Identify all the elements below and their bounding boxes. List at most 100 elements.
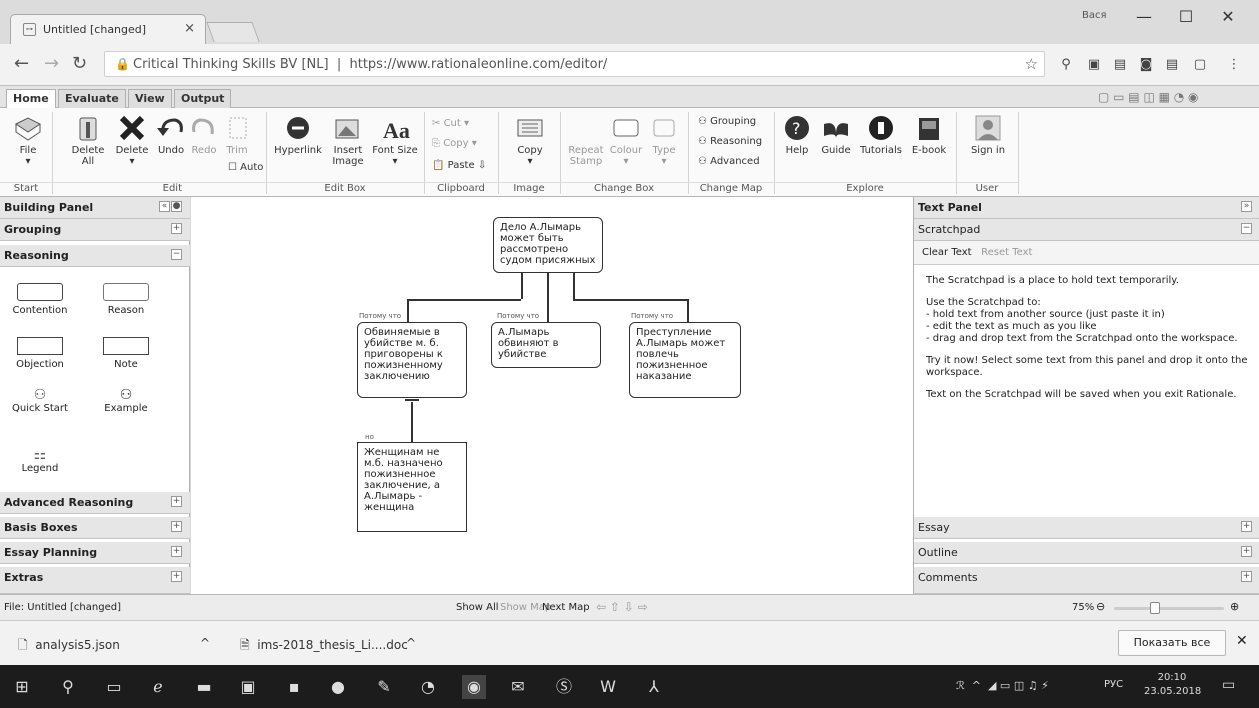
forward-icon[interactable]: →	[44, 53, 59, 74]
section-reasoning[interactable]: Reasoning −	[0, 245, 190, 267]
grouping-button[interactable]: ⚇ Grouping	[698, 116, 756, 127]
next-map-button[interactable]: Next Map	[542, 602, 590, 613]
url-input[interactable]: 🔒 Critical Thinking Skills BV [NL] | htt…	[104, 51, 1045, 77]
section-grouping[interactable]: Grouping +	[0, 219, 190, 241]
extension-icon[interactable]: ◙	[1138, 57, 1154, 73]
language-indicator[interactable]: РУС	[1104, 679, 1123, 690]
clock[interactable]: 20:10 23.05.2018	[1144, 671, 1201, 699]
expand-icon[interactable]: +	[171, 571, 182, 582]
minimize-button[interactable]: —	[1124, 6, 1164, 30]
section-essay-planning[interactable]: Essay Planning +	[0, 542, 190, 564]
acrobat-icon[interactable]: ⅄	[642, 675, 666, 699]
collapse-panel-icon[interactable]: »	[1241, 201, 1252, 212]
edge-browser-icon[interactable]: ℯ	[146, 675, 170, 699]
close-download-bar-icon[interactable]: ✕	[1236, 633, 1248, 649]
copy-small-button[interactable]: ⎘ Copy ▾	[432, 138, 477, 149]
tab-evaluate[interactable]: Evaluate	[58, 89, 126, 108]
expand-icon[interactable]: +	[171, 521, 182, 532]
reset-text-button[interactable]: Reset Text	[981, 247, 1032, 258]
show-all-downloads-button[interactable]: Показать все	[1118, 630, 1226, 656]
scratchpad-header[interactable]: Scratchpad −	[914, 219, 1259, 241]
app-icon[interactable]: ▪	[282, 675, 306, 699]
clear-text-button[interactable]: Clear Text	[922, 247, 972, 258]
close-window-button[interactable]: ✕	[1208, 6, 1248, 30]
sign-in-button[interactable]: Sign in	[966, 114, 1010, 156]
trim-button[interactable]: Trim	[222, 114, 252, 156]
objection-tool[interactable]: Objection	[10, 337, 70, 370]
word-icon[interactable]: W	[596, 675, 620, 699]
zoom-in-icon[interactable]: ⊕	[1230, 600, 1239, 613]
window-options-icon[interactable]: ▢ ▭ ▤ ◫ ▦ ◔ ◉	[1098, 90, 1199, 104]
tab-close-icon[interactable]: ×	[184, 21, 195, 36]
panel-pin-icon[interactable]: ●	[171, 201, 182, 212]
extension-icon[interactable]: ▤	[1112, 57, 1128, 73]
new-tab-button[interactable]	[206, 22, 260, 42]
chrome-icon[interactable]: ◉	[462, 675, 486, 699]
section-basis-boxes[interactable]: Basis Boxes +	[0, 517, 190, 539]
expand-icon[interactable]: +	[171, 496, 182, 507]
reason-node-3[interactable]: Преступление А.Лымарь может повлечь пожи…	[629, 322, 741, 398]
help-button[interactable]: ? Help	[780, 114, 814, 156]
notifications-icon[interactable]: ▭	[1222, 677, 1235, 693]
redo-button[interactable]: Redo	[188, 114, 220, 156]
quick-start-tool[interactable]: ⚇ Quick Start	[10, 387, 70, 414]
reload-icon[interactable]: ↻	[72, 53, 87, 74]
menu-icon[interactable]: ⋮	[1226, 57, 1242, 73]
legend-tool[interactable]: ⚏ Legend	[10, 447, 70, 474]
contention-tool[interactable]: Contention	[10, 283, 70, 316]
maximize-button[interactable]: ☐	[1166, 6, 1206, 30]
store-icon[interactable]: ▣	[236, 675, 260, 699]
file-explorer-icon[interactable]: ▬	[192, 675, 216, 699]
download-item-2[interactable]: 🗎 ims-2018_thesis_Li....doc ^	[240, 631, 430, 657]
search-icon[interactable]: ⚲	[56, 675, 80, 699]
hyperlink-button[interactable]: Hyperlink	[272, 114, 324, 156]
reason-tool[interactable]: Reason	[96, 283, 156, 316]
extension-icon[interactable]: ▤	[1164, 57, 1180, 73]
zoom-slider[interactable]	[1114, 602, 1224, 614]
chevron-up-icon[interactable]: ^	[406, 636, 416, 650]
expand-icon[interactable]: +	[1241, 521, 1252, 532]
contention-node[interactable]: Дело А.Лымарь может быть рассмотрено суд…	[493, 217, 603, 273]
type-button[interactable]: Type ▾	[648, 114, 680, 167]
profile-name[interactable]: Вася	[1082, 10, 1107, 21]
tab-output[interactable]: Output	[174, 89, 232, 108]
outline-section[interactable]: Outline +	[914, 542, 1259, 564]
essay-section[interactable]: Essay +	[914, 517, 1259, 539]
font-size-button[interactable]: Aa Font Size ▾	[372, 114, 418, 167]
scratchpad-text[interactable]: The Scratchpad is a place to hold text t…	[914, 265, 1259, 517]
file-button[interactable]: File ▾	[10, 114, 46, 167]
expand-icon[interactable]: +	[171, 546, 182, 557]
objection-node[interactable]: Женщинам не м.б. назначено пожизненное з…	[357, 442, 467, 532]
advanced-button[interactable]: ⚇ Advanced	[698, 156, 760, 167]
colour-button[interactable]: Colour ▾	[608, 114, 644, 167]
back-icon[interactable]: ←	[14, 53, 29, 74]
reasoning-button[interactable]: ⚇ Reasoning	[698, 136, 762, 147]
extension-icon[interactable]: ▢	[1192, 57, 1208, 73]
argument-map-canvas[interactable]: Дело А.Лымарь может быть рассмотрено суд…	[191, 197, 913, 594]
delete-all-button[interactable]: Delete All	[66, 114, 110, 167]
copy-image-button[interactable]: Copy ▾	[510, 114, 550, 167]
chevron-up-icon[interactable]: ^	[200, 636, 210, 650]
section-advanced-reasoning[interactable]: Advanced Reasoning +	[0, 492, 190, 514]
auto-checkbox[interactable]: ☐ Auto	[228, 162, 263, 173]
extension-icon[interactable]: ⚲	[1058, 57, 1074, 73]
expand-icon[interactable]: +	[1241, 571, 1252, 582]
paste-button[interactable]: 📋 Paste ⇩	[432, 160, 486, 171]
expand-icon[interactable]: +	[171, 223, 182, 234]
insert-image-button[interactable]: Insert Image	[328, 114, 368, 167]
app-icon[interactable]: ●	[326, 675, 350, 699]
tab-view[interactable]: View	[128, 89, 172, 108]
download-item-1[interactable]: 🗋 analysis5.json ^	[18, 631, 218, 657]
mail-icon[interactable]: ✉	[506, 675, 530, 699]
task-view-icon[interactable]: ▭	[102, 675, 126, 699]
extension-icon[interactable]: ▣	[1086, 57, 1102, 73]
expand-icon[interactable]: +	[1241, 546, 1252, 557]
reason-node-2[interactable]: А.Лымарь обвиняют в убийстве	[491, 322, 601, 368]
collapse-panel-icon[interactable]: «	[159, 201, 170, 212]
app-icon[interactable]: ◔	[416, 675, 440, 699]
bookmark-star-icon[interactable]: ☆	[1025, 55, 1038, 73]
browser-tab[interactable]: ⊶ Untitled [changed] ×	[10, 14, 206, 44]
pan-arrows-icon[interactable]: ⇦ ⇧ ⇩ ⇨	[596, 600, 648, 614]
collapse-icon[interactable]: −	[171, 249, 182, 260]
cut-button[interactable]: ✂ Cut ▾	[432, 118, 469, 129]
